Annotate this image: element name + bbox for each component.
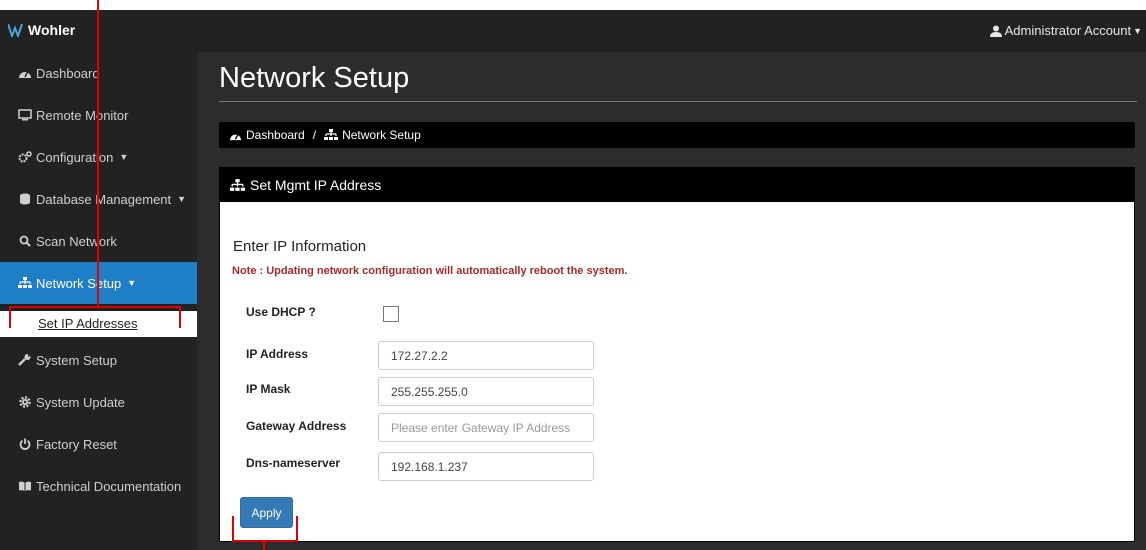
- top-navbar: Wohler Administrator Account ▼: [0, 10, 1146, 52]
- sidebar-subitem-set-ip-addresses[interactable]: Set IP Addresses: [0, 311, 197, 337]
- wohler-logo-mark-icon: [8, 23, 23, 37]
- sidebar-item-system-setup[interactable]: System Setup: [0, 339, 197, 381]
- annotation-bracket-left: [232, 516, 234, 542]
- database-icon: [18, 192, 32, 206]
- ip-mask-field[interactable]: [378, 377, 594, 406]
- sidebar-item-label: Dashboard: [36, 65, 100, 81]
- sitemap-icon: [324, 129, 339, 141]
- panel-heading-text: Set Mgmt IP Address: [250, 177, 382, 193]
- gear-icon: [18, 395, 32, 409]
- dns-nameserver-label: Dns-nameserver: [246, 456, 341, 470]
- sitemap-icon: [230, 178, 245, 192]
- sidebar-subitem-label[interactable]: Set IP Addresses: [38, 316, 138, 331]
- annotation-bracket-left: [9, 306, 11, 328]
- sidebar-item-label: Network Setup: [36, 275, 122, 291]
- sidebar-item-factory-reset[interactable]: Factory Reset: [0, 423, 197, 465]
- cogs-icon: [18, 150, 32, 164]
- sidebar-item-label: Scan Network: [36, 233, 117, 249]
- sidebar-item-technical-documentation[interactable]: Technical Documentation: [0, 465, 197, 507]
- wohler-logo[interactable]: Wohler: [8, 22, 75, 38]
- sitemap-icon: [18, 276, 32, 290]
- tachometer-icon: [229, 130, 242, 141]
- sidebar-item-label: Factory Reset: [36, 436, 117, 452]
- ip-address-label: IP Address: [246, 347, 309, 361]
- logo-text: Wohler: [28, 22, 76, 38]
- caret-down-icon: ▼: [119, 152, 129, 162]
- annotation-bracket-top: [9, 306, 181, 308]
- panel-heading: Set Mgmt IP Address: [220, 168, 1134, 202]
- book-icon: [18, 479, 32, 493]
- breadcrumb-separator: /: [312, 128, 317, 142]
- section-title: Enter IP Information: [233, 238, 367, 255]
- breadcrumb: Dashboard / Network Setup: [219, 122, 1135, 148]
- account-menu[interactable]: Administrator Account ▼: [989, 23, 1142, 38]
- account-label: Administrator Account: [1004, 23, 1132, 38]
- reboot-warning-note: Note : Updating network configuration wi…: [232, 265, 628, 277]
- gateway-address-label: Gateway Address: [246, 419, 347, 433]
- tachometer-icon: [18, 66, 32, 80]
- dns-nameserver-field[interactable]: [378, 452, 594, 481]
- search-icon: [18, 234, 32, 248]
- power-icon: [18, 437, 32, 451]
- sidebar-item-label: Remote Monitor: [36, 107, 129, 123]
- gateway-address-field[interactable]: [378, 413, 594, 442]
- sidebar-item-label: Configuration: [36, 149, 114, 165]
- page-title: Network Setup: [219, 62, 410, 94]
- caret-down-icon: ▼: [1133, 25, 1142, 36]
- dhcp-checkbox[interactable]: [383, 306, 399, 322]
- user-icon: [989, 25, 1002, 37]
- breadcrumb-current: Network Setup: [342, 128, 421, 142]
- annotation-bracket-bottom: [232, 540, 298, 542]
- caret-down-icon: ▼: [127, 278, 137, 288]
- annotation-callout-line: [263, 541, 265, 550]
- annotation-bracket-right: [296, 516, 298, 542]
- dhcp-label: Use DHCP ?: [246, 305, 316, 319]
- ip-mask-label: IP Mask: [246, 382, 291, 396]
- breadcrumb-dashboard-link[interactable]: Dashboard: [246, 128, 305, 142]
- caret-down-icon: ▼: [177, 194, 187, 204]
- sidebar-item-label: System Setup: [36, 352, 117, 368]
- sidebar-item-label: Technical Documentation: [36, 478, 182, 494]
- sidebar-item-label: System Update: [36, 394, 125, 410]
- ip-address-field[interactable]: [378, 341, 594, 370]
- sidebar-item-system-update[interactable]: System Update: [0, 381, 197, 423]
- main-content: Network Setup Dashboard / Network Setup …: [197, 52, 1146, 550]
- apply-button[interactable]: Apply: [240, 497, 293, 528]
- set-mgmt-ip-panel: Set Mgmt IP Address Enter IP Information…: [219, 167, 1135, 542]
- monitor-icon: [18, 108, 32, 122]
- title-divider: [219, 101, 1137, 102]
- wrench-icon: [18, 353, 32, 367]
- sidebar-item-label: Database Management: [36, 191, 172, 207]
- annotation-callout-line: [97, 0, 99, 307]
- annotation-bracket-right: [179, 306, 181, 328]
